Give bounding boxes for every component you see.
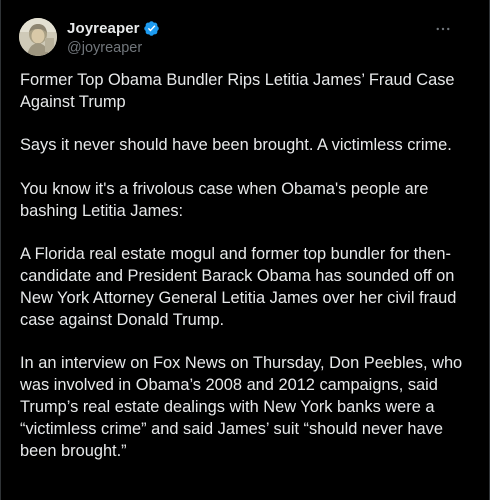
avatar-image [19,18,57,56]
tweet-text: Former Top Obama Bundler Rips Letitia Ja… [20,70,476,484]
tweet-paragraph-quote-2: In an interview on Fox News on Thursday,… [20,354,463,460]
tweet-header: Joyreaper @joyreaper [19,15,471,59]
user-handle[interactable]: @joyreaper [67,40,160,56]
more-options-button[interactable] [429,15,457,43]
more-options-icon [436,27,450,31]
user-block: Joyreaper @joyreaper [67,19,160,56]
tweet-paragraph-quote-1: A Florida real estate mogul and former t… [20,245,457,329]
avatar[interactable] [19,18,57,56]
display-name[interactable]: Joyreaper [67,20,140,37]
tweet-card: Joyreaper @joyreaper Former Top Obama Bu… [0,0,490,500]
verified-badge-icon[interactable] [143,20,160,37]
name-row: Joyreaper [67,19,160,39]
tweet-paragraph-headline: Former Top Obama Bundler Rips Letitia Ja… [20,71,455,111]
tweet-paragraph-summary: Says it never should have been brought. … [20,136,452,155]
tweet-paragraph-comment: You know it's a frivolous case when Obam… [20,179,429,220]
